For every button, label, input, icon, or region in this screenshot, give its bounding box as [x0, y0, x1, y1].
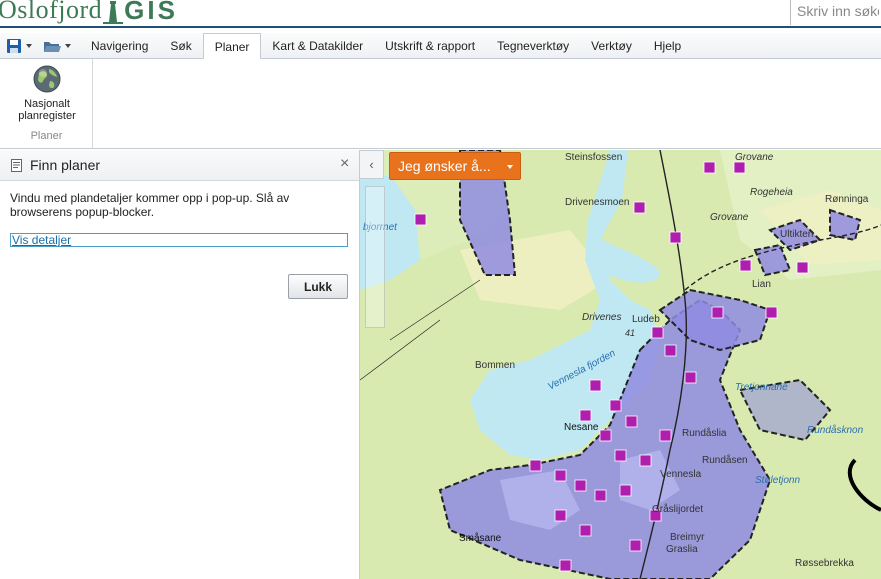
search-input[interactable]	[791, 0, 881, 25]
menu-tabs: Navigering Søk Planer Kart & Datakilder …	[80, 33, 692, 60]
tab-navigering[interactable]: Navigering	[80, 33, 159, 59]
map-label: Rundåsen	[702, 454, 748, 466]
ribbon: Nasjonalt planregister Planer	[0, 59, 881, 149]
map-label: Drivenesmoen	[565, 197, 629, 208]
map-label: Rundåsknon	[807, 424, 864, 436]
open-button[interactable]	[43, 37, 71, 55]
collapse-panel-button[interactable]: ‹	[360, 150, 384, 179]
finn-planer-panel: Finn planer × Vindu med plandetaljer kom…	[0, 150, 360, 579]
tab-kart-datakilder[interactable]: Kart & Datakilder	[261, 33, 374, 59]
map-label: Drivenes	[582, 312, 621, 323]
tab-utskrift-rapport[interactable]: Utskrift & rapport	[374, 33, 486, 59]
globe-icon	[33, 65, 61, 93]
map-label: Gråslijordet	[652, 503, 703, 515]
panel-header: Finn planer ×	[0, 150, 359, 181]
tab-tegneverktoy[interactable]: Tegneverktøy	[486, 33, 580, 59]
map-canvas: Steinsfossen Drivenesmoen Rogeheia Grova…	[360, 150, 881, 579]
tab-verktoy[interactable]: Verktøy	[580, 33, 643, 59]
ribbon-button-label: Nasjonalt planregister	[18, 98, 76, 122]
tab-hjelp[interactable]: Hjelp	[643, 33, 692, 59]
popup-info-message: Vindu med plandetaljer kommer opp i pop-…	[10, 191, 290, 219]
save-button[interactable]	[6, 37, 32, 55]
tab-planer[interactable]: Planer	[202, 33, 262, 60]
folder-icon	[44, 42, 61, 52]
map-label: Rønninga	[825, 194, 869, 205]
floppy-disk-icon	[7, 39, 21, 53]
map-label: Breimyr	[670, 532, 705, 543]
map-label: Grovane	[710, 212, 749, 223]
tab-sok[interactable]: Søk	[159, 33, 202, 59]
app-logo: Oslofjord GIS	[0, 0, 178, 24]
zoom-slider[interactable]	[365, 186, 385, 328]
panel-title: Finn planer	[30, 157, 101, 173]
jeg-onsker-a-label: Jeg ønsker å...	[398, 158, 491, 174]
global-search	[790, 0, 881, 25]
app-window: Oslofjord GIS Skriv inn søke Navigering …	[0, 0, 881, 579]
ribbon-group-label: Planer	[30, 130, 63, 142]
lighthouse-icon	[103, 1, 124, 24]
map-label: Grovane	[735, 152, 774, 163]
map-label: Bommen	[475, 360, 515, 371]
nasjonalt-planregister-button[interactable]: Nasjonalt planregister	[12, 64, 82, 122]
lukk-button[interactable]: Lukk	[288, 274, 348, 299]
chevron-down-icon	[507, 165, 513, 169]
map-label: Støletjonn	[755, 475, 800, 486]
map-label: 41	[625, 328, 635, 338]
menu-bar: Navigering Søk Planer Kart & Datakilder …	[0, 33, 881, 60]
document-icon	[11, 159, 22, 172]
map-label: Graslia	[666, 544, 698, 555]
logo-text-gis: GIS	[124, 0, 178, 25]
map-view[interactable]: Steinsfossen Drivenesmoen Rogeheia Grova…	[360, 150, 881, 579]
close-icon[interactable]: ×	[340, 155, 349, 173]
header-bar: Oslofjord GIS	[0, 0, 881, 28]
map-label: Tretjonnane	[735, 382, 788, 393]
jeg-onsker-a-button[interactable]: Jeg ønsker å...	[389, 152, 521, 180]
map-label: Nesane	[564, 422, 599, 433]
ribbon-group-planer: Nasjonalt planregister Planer	[0, 59, 93, 148]
vis-detaljer-link[interactable]: Vis detaljer	[10, 233, 348, 247]
map-label: Ludeb	[632, 314, 660, 325]
map-label: Vennesla	[660, 469, 702, 480]
map-label: Rogeheia	[750, 187, 793, 198]
map-label: Rundåslia	[682, 427, 727, 439]
map-label: Røssebrekka	[795, 558, 854, 569]
logo-text-oslofjord: Oslofjord	[0, 0, 103, 24]
chevron-down-icon	[65, 44, 71, 48]
chevron-down-icon	[26, 44, 32, 48]
map-label: Ultikten	[780, 229, 813, 240]
map-label: Steinsfossen	[565, 152, 622, 163]
map-label: Lian	[752, 279, 771, 290]
map-label: Småsane	[459, 532, 502, 544]
